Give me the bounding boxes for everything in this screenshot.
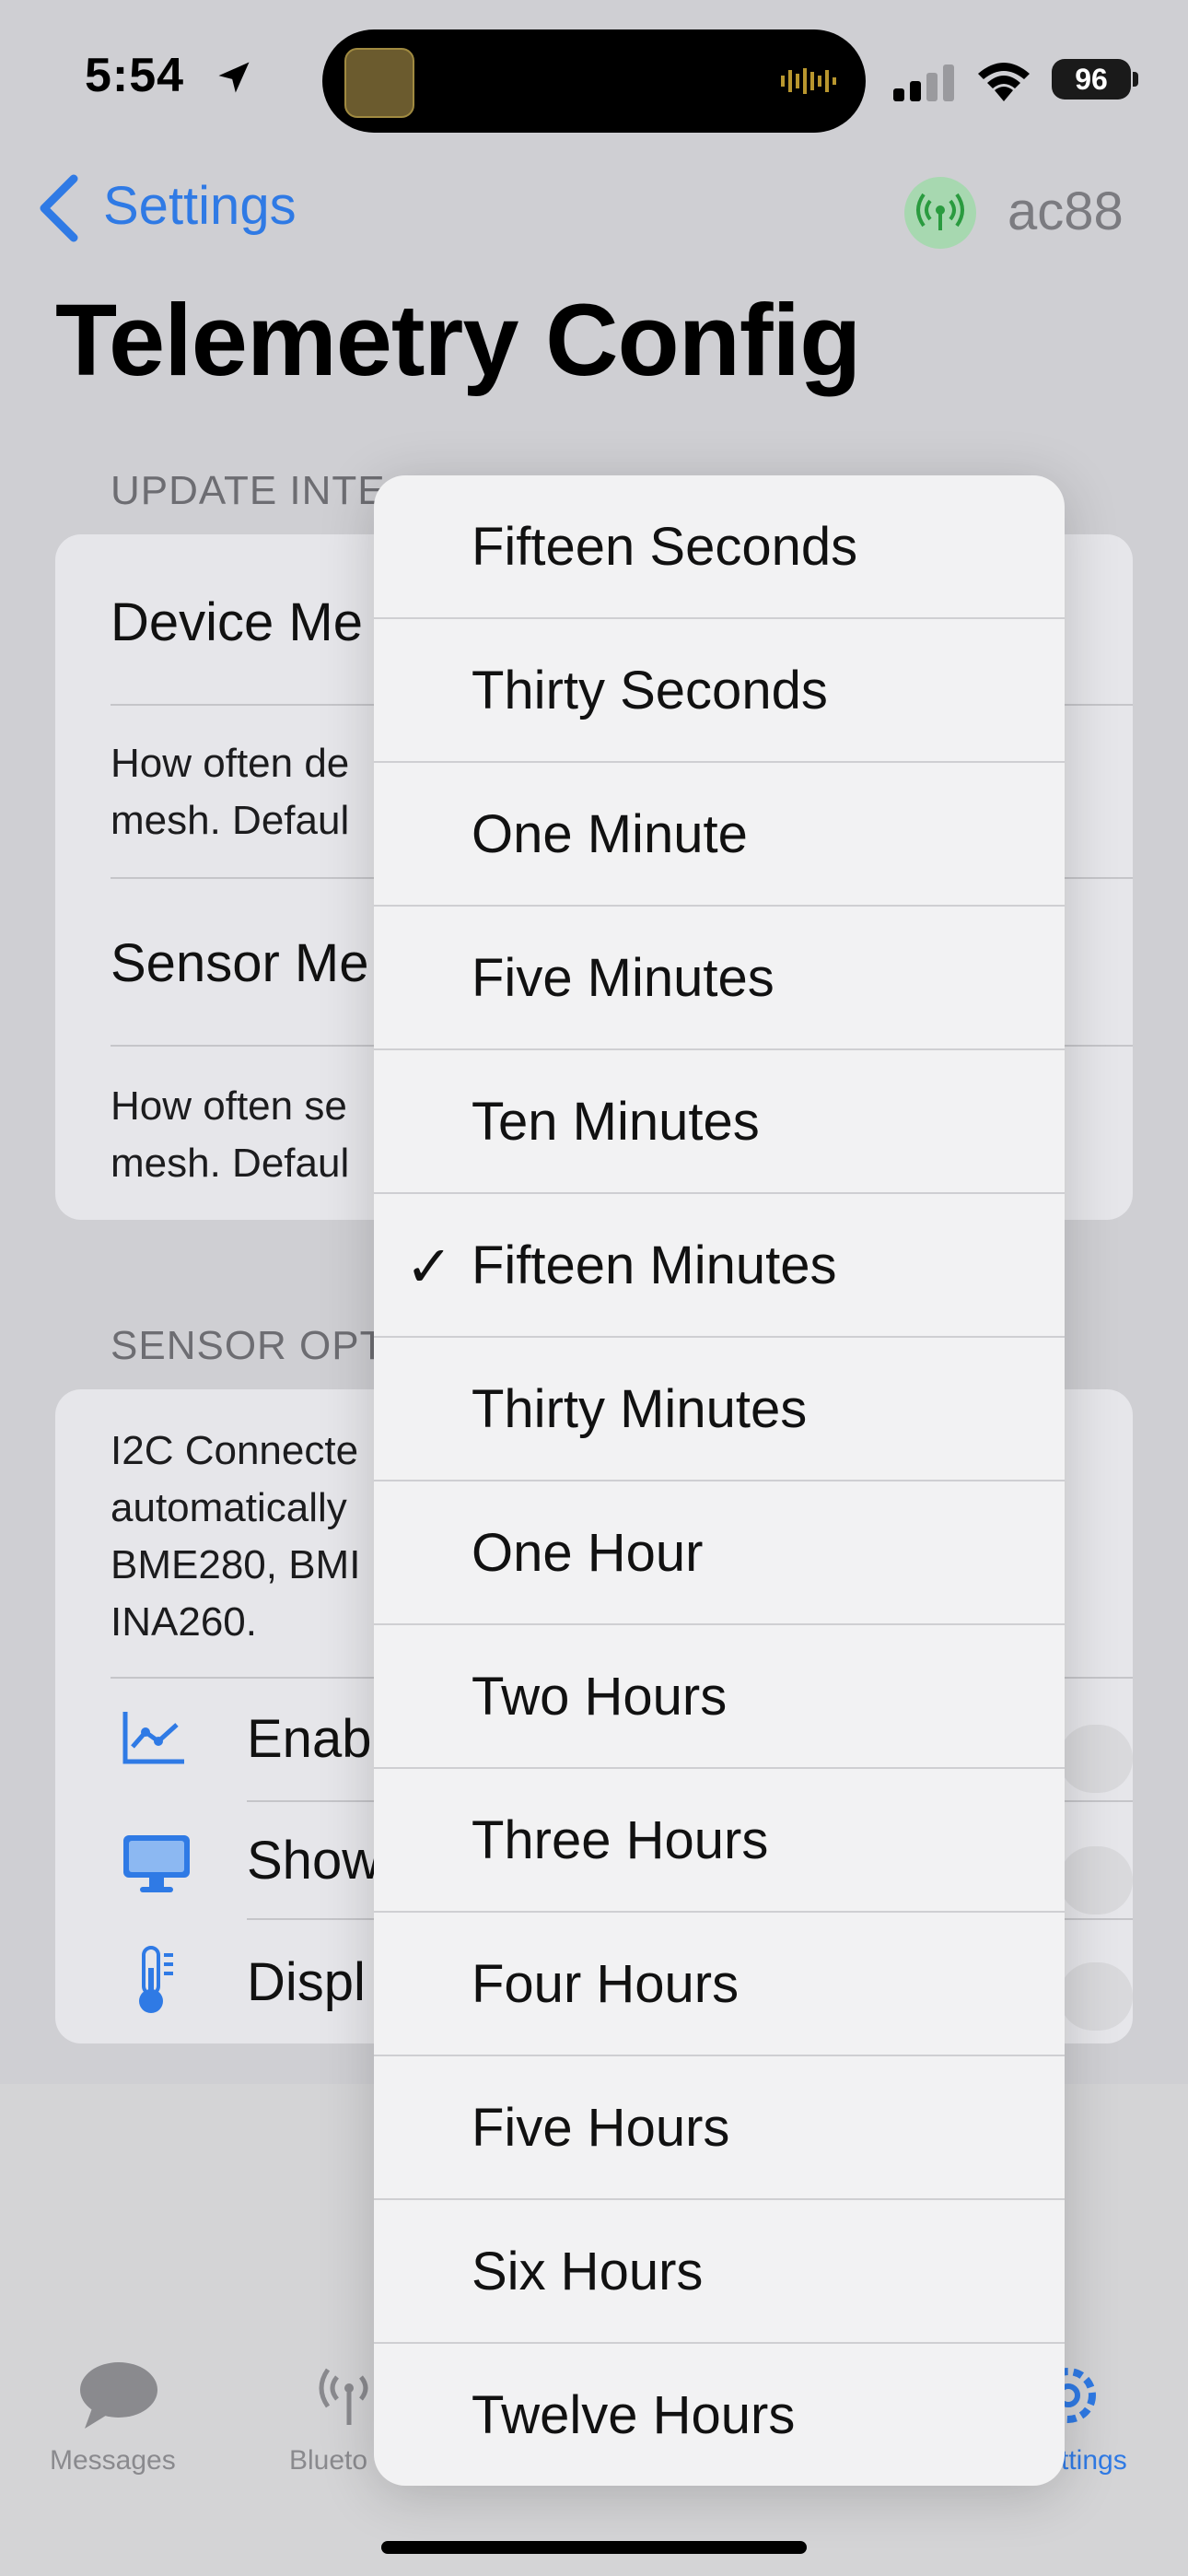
messages-bubble-icon[interactable] [77,2360,160,2437]
home-indicator [381,2541,807,2554]
environment-metrics-toggle-label[interactable]: Enab [247,1708,371,1770]
node-short-name: ac88 [1007,181,1124,241]
menu-item-label: Thirty Minutes [472,1379,808,1439]
thermometer-icon [131,1946,182,2020]
menu-item[interactable]: Four Hours [374,1913,1065,2056]
interval-picker-menu: Fifteen Seconds Thirty Seconds One Minut… [374,475,1065,2486]
show-on-screen-toggle[interactable] [1059,1846,1133,1914]
menu-item-label: Six Hours [472,2242,704,2301]
back-chevron-icon[interactable] [35,173,81,248]
sensor-metrics-desc-line1: How often se [111,1083,347,1129]
page-title: Telemetry Config [55,284,861,397]
node-avatar[interactable] [904,177,976,249]
section-header-sensor-options: SENSOR OPT [111,1323,386,1368]
menu-item[interactable]: Five Hours [374,2056,1065,2200]
menu-item-label: Four Hours [472,1954,740,2014]
menu-item-label: One Hour [472,1523,704,1583]
status-time: 5:54 [85,49,185,102]
display-monitor-icon [122,1833,192,1899]
sensor-desc-line4: INA260. [111,1599,257,1645]
sensor-desc-line2: automatically [111,1485,347,1530]
antenna-icon [916,193,964,230]
battery-tip [1133,72,1138,87]
back-button[interactable]: Settings [103,175,297,237]
battery-indicator: 96 [1052,59,1131,100]
section-header-update-intervals: UPDATE INTE [111,468,386,513]
menu-item[interactable]: Fifteen Seconds [374,475,1065,619]
menu-item[interactable]: Ten Minutes [374,1050,1065,1194]
menu-item-label: Ten Minutes [472,1092,760,1152]
device-metrics-desc-line1: How often de [111,741,350,786]
chart-line-icon [122,1710,186,1770]
menu-item[interactable]: Two Hours [374,1625,1065,1769]
sensor-metrics-desc-line2: mesh. Defaul [111,1141,350,1186]
wifi-icon [974,59,1033,108]
menu-item[interactable]: One Minute [374,763,1065,907]
bluetooth-antenna-icon[interactable] [317,2362,381,2433]
environment-metrics-toggle[interactable] [1059,1725,1133,1793]
checkmark-icon: ✓ [405,1235,453,1299]
audio-waveform-icon [779,66,838,100]
menu-item[interactable]: Thirty Seconds [374,619,1065,763]
menu-item[interactable]: One Hour [374,1481,1065,1625]
menu-item[interactable]: Three Hours [374,1769,1065,1913]
menu-item-label: Two Hours [472,1667,728,1727]
display-fahrenheit-toggle[interactable] [1059,1962,1133,2031]
menu-item-label: Thirty Seconds [472,661,828,720]
location-arrow-icon [214,57,254,102]
device-metrics-desc-line2: mesh. Defaul [111,798,350,843]
menu-item[interactable]: Twelve Hours [374,2344,1065,2486]
menu-item[interactable]: Thirty Minutes [374,1338,1065,1481]
menu-item-label: One Minute [472,804,748,864]
show-on-screen-toggle-label[interactable]: Show [247,1830,380,1891]
menu-item-label: Fifteen Seconds [472,517,858,577]
sensor-desc-line3: BME280, BMI [111,1542,361,1587]
device-metrics-row-title[interactable]: Device Me [111,591,363,653]
cellular-signal-icon [893,64,956,106]
live-activity-app-icon [344,48,414,118]
sensor-metrics-row-title[interactable]: Sensor Me [111,932,368,994]
menu-item-label: Three Hours [472,1810,769,1870]
menu-item-label: Five Minutes [472,948,775,1008]
menu-item-label: Twelve Hours [472,2385,796,2445]
menu-item-label: Fifteen Minutes [472,1235,837,1295]
menu-item-selected[interactable]: ✓ Fifteen Minutes [374,1194,1065,1338]
menu-item[interactable]: Five Minutes [374,907,1065,1050]
tab-settings[interactable]: ttings [1061,2445,1127,2476]
display-fahrenheit-toggle-label[interactable]: Displ [247,1951,366,2013]
menu-item-label: Five Hours [472,2098,730,2158]
menu-item[interactable]: Six Hours [374,2200,1065,2344]
tab-bluetooth[interactable]: Blueto [289,2445,367,2476]
dynamic-island [322,29,866,133]
sensor-desc-line1: I2C Connecte [111,1428,359,1473]
tab-messages[interactable]: Messages [50,2445,176,2476]
